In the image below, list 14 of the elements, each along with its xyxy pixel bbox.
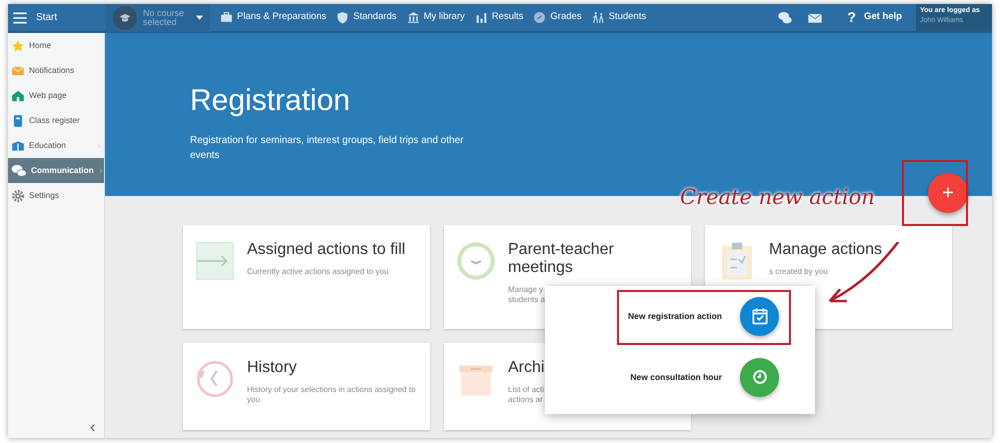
card-description: s created by you <box>769 267 829 277</box>
card-description: students a <box>508 295 546 305</box>
card-title: Assigned actions to fill <box>247 241 406 259</box>
card-title: Parent-teacher meetings <box>508 241 615 277</box>
card-description: Currently active actions assigned to you <box>247 267 390 277</box>
card-title: Archi <box>508 359 544 377</box>
card-title: Manage actions <box>769 241 882 259</box>
page-title: Registration <box>190 83 352 119</box>
card-description: List of acti <box>508 385 544 395</box>
page-subtitle: Registration for seminars, interest groups, field trips and other events <box>190 134 464 163</box>
card-description: History of your selections in actions assigned to you <box>247 385 417 405</box>
card-description: Manage y <box>508 285 544 295</box>
card-title: History <box>247 359 298 377</box>
card-description: actions ar <box>508 395 544 405</box>
